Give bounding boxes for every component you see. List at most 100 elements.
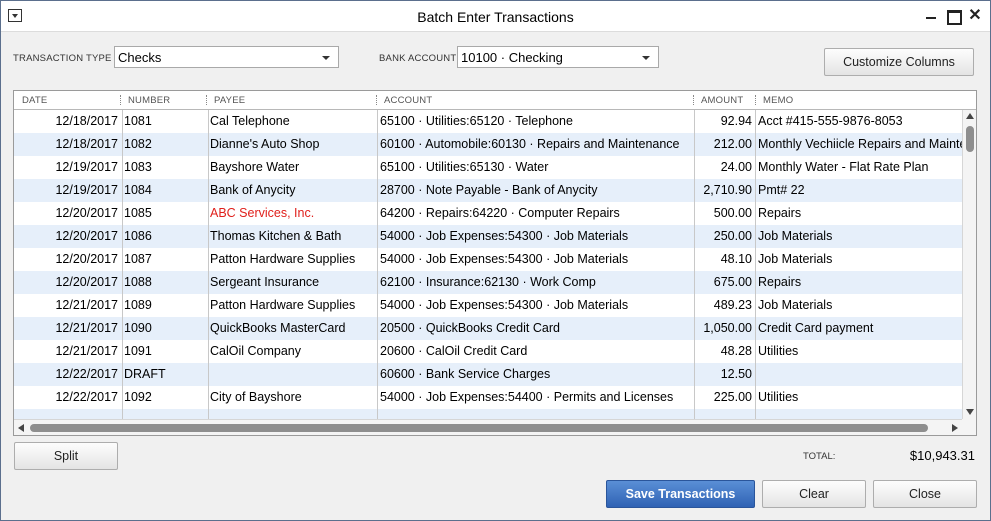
horizontal-scroll-thumb[interactable] <box>30 424 928 432</box>
row-account[interactable]: 54000 · Job Expenses:54400 · Permits and… <box>380 390 692 404</box>
row-memo[interactable]: Repairs <box>758 275 962 289</box>
row-amount[interactable]: 1,050.00 <box>696 321 752 335</box>
row-payee[interactable]: Sergeant Insurance <box>210 275 374 289</box>
customize-columns-button[interactable]: Customize Columns <box>824 48 974 76</box>
column-header-number[interactable]: NUMBER <box>128 95 170 106</box>
row-account[interactable]: 54000 · Job Expenses:54300 · Job Materia… <box>380 298 692 312</box>
table-row[interactable]: 12/20/2017 1087 Patton Hardware Supplies 54… <box>14 248 962 271</box>
row-date[interactable]: 12/20/2017 <box>14 206 118 220</box>
column-header-memo[interactable]: MEMO <box>763 95 793 106</box>
row-memo[interactable]: Acct #415-555-9876-8053 <box>758 114 962 128</box>
row-payee[interactable]: Patton Hardware Supplies <box>210 252 374 266</box>
row-amount[interactable]: 225.00 <box>696 390 752 404</box>
table-row[interactable]: 12/19/2017 1084 Bank of Anycity 28700 · Not… <box>14 179 962 202</box>
row-number[interactable]: 1083 <box>124 160 204 174</box>
row-date[interactable]: 12/18/2017 <box>14 137 118 151</box>
column-resize-handle[interactable] <box>376 95 378 105</box>
row-amount[interactable]: 675.00 <box>696 275 752 289</box>
table-row[interactable]: 12/21/2017 1089 Patton Hardware Supplies 54… <box>14 294 962 317</box>
row-date[interactable]: 12/20/2017 <box>14 229 118 243</box>
table-row[interactable]: 12/21/2017 1090 QuickBooks MasterCard 20500… <box>14 317 962 340</box>
row-amount[interactable]: 12.50 <box>696 367 752 381</box>
row-payee[interactable]: Patton Hardware Supplies <box>210 298 374 312</box>
save-transactions-button[interactable]: Save Transactions <box>606 480 755 508</box>
row-amount[interactable]: 92.94 <box>696 114 752 128</box>
row-number[interactable]: 1085 <box>124 206 204 220</box>
row-date[interactable]: 12/22/2017 <box>14 390 118 404</box>
row-payee[interactable]: Bayshore Water <box>210 160 374 174</box>
column-resize-handle[interactable] <box>693 95 695 105</box>
column-header-account[interactable]: ACCOUNT <box>384 95 432 106</box>
row-payee[interactable]: Bank of Anycity <box>210 183 374 197</box>
row-date[interactable]: 12/21/2017 <box>14 298 118 312</box>
row-number[interactable]: 1081 <box>124 114 204 128</box>
column-resize-handle[interactable] <box>755 95 757 105</box>
row-payee[interactable]: ABC Services, Inc. <box>210 206 374 220</box>
row-payee[interactable]: CalOil Company <box>210 344 374 358</box>
row-account[interactable]: 54000 · Job Expenses:54300 · Job Materia… <box>380 252 692 266</box>
row-number[interactable]: 1086 <box>124 229 204 243</box>
table-row[interactable]: 12/19/2017 1083 Bayshore Water 65100 · Util… <box>14 156 962 179</box>
row-payee[interactable]: Cal Telephone <box>210 114 374 128</box>
column-header-payee[interactable]: PAYEE <box>214 95 245 106</box>
scroll-down-icon[interactable] <box>966 409 974 415</box>
column-header-date[interactable]: DATE <box>22 95 47 106</box>
bank-account-select[interactable]: 10100 · Checking <box>457 46 659 68</box>
row-memo[interactable]: Monthly Water - Flat Rate Plan <box>758 160 962 174</box>
table-row[interactable]: 12/20/2017 1088 Sergeant Insurance 62100 · … <box>14 271 962 294</box>
row-memo[interactable]: Utilities <box>758 390 962 404</box>
column-header-amount[interactable]: AMOUNT <box>701 95 743 106</box>
row-number[interactable]: 1087 <box>124 252 204 266</box>
table-row[interactable]: 12/20/2017 1086 Thomas Kitchen & Bath 54000… <box>14 225 962 248</box>
row-account[interactable]: 65100 · Utilities:65130 · Water <box>380 160 692 174</box>
row-memo[interactable]: Job Materials <box>758 298 962 312</box>
row-memo[interactable]: Utilities <box>758 344 962 358</box>
row-amount[interactable]: 250.00 <box>696 229 752 243</box>
row-account[interactable]: 60100 · Automobile:60130 · Repairs and M… <box>380 137 692 151</box>
row-amount[interactable]: 24.00 <box>696 160 752 174</box>
row-account[interactable]: 62100 · Insurance:62130 · Work Comp <box>380 275 692 289</box>
maximize-icon[interactable] <box>943 7 963 25</box>
row-memo[interactable]: Repairs <box>758 206 962 220</box>
close-button[interactable]: Close <box>873 480 977 508</box>
minimize-icon[interactable] <box>921 7 941 25</box>
row-number[interactable]: 1092 <box>124 390 204 404</box>
table-row-empty[interactable] <box>14 409 962 419</box>
table-row[interactable]: 12/22/2017 DRAFT 60600 · Bank Service Char… <box>14 363 962 386</box>
row-date[interactable]: 12/20/2017 <box>14 252 118 266</box>
row-payee[interactable]: Dianne's Auto Shop <box>210 137 374 151</box>
row-amount[interactable]: 48.10 <box>696 252 752 266</box>
row-account[interactable]: 65100 · Utilities:65120 · Telephone <box>380 114 692 128</box>
row-payee[interactable]: Thomas Kitchen & Bath <box>210 229 374 243</box>
vertical-scroll-thumb[interactable] <box>966 126 974 152</box>
row-date[interactable]: 12/19/2017 <box>14 183 118 197</box>
row-memo[interactable]: Job Materials <box>758 229 962 243</box>
row-number[interactable]: DRAFT <box>124 367 204 381</box>
row-memo[interactable]: Monthly Vechiicle Repairs and Mainte <box>758 137 962 151</box>
row-date[interactable]: 12/21/2017 <box>14 321 118 335</box>
row-account[interactable]: 20500 · QuickBooks Credit Card <box>380 321 692 335</box>
row-amount[interactable]: 48.28 <box>696 344 752 358</box>
table-row[interactable]: 12/20/2017 1085 ABC Services, Inc. 64200 · … <box>14 202 962 225</box>
row-memo[interactable]: Credit Card payment <box>758 321 962 335</box>
row-account[interactable]: 20600 · CalOil Credit Card <box>380 344 692 358</box>
table-row[interactable]: 12/21/2017 1091 CalOil Company 20600 · CalO… <box>14 340 962 363</box>
row-number[interactable]: 1088 <box>124 275 204 289</box>
clear-button[interactable]: Clear <box>762 480 866 508</box>
scroll-left-icon[interactable] <box>18 424 24 432</box>
row-payee[interactable]: QuickBooks MasterCard <box>210 321 374 335</box>
transaction-type-select[interactable]: Checks <box>114 46 339 68</box>
vertical-scrollbar[interactable] <box>962 110 976 419</box>
row-date[interactable]: 12/22/2017 <box>14 367 118 381</box>
split-button[interactable]: Split <box>14 442 118 470</box>
row-number[interactable]: 1082 <box>124 137 204 151</box>
row-amount[interactable]: 212.00 <box>696 137 752 151</box>
row-memo[interactable]: Pmt# 22 <box>758 183 962 197</box>
row-date[interactable]: 12/21/2017 <box>14 344 118 358</box>
row-memo[interactable]: Job Materials <box>758 252 962 266</box>
row-number[interactable]: 1090 <box>124 321 204 335</box>
close-icon[interactable]: ✕ <box>965 7 985 25</box>
row-account[interactable]: 54000 · Job Expenses:54300 · Job Materia… <box>380 229 692 243</box>
row-date[interactable]: 12/19/2017 <box>14 160 118 174</box>
row-account[interactable]: 60600 · Bank Service Charges <box>380 367 692 381</box>
